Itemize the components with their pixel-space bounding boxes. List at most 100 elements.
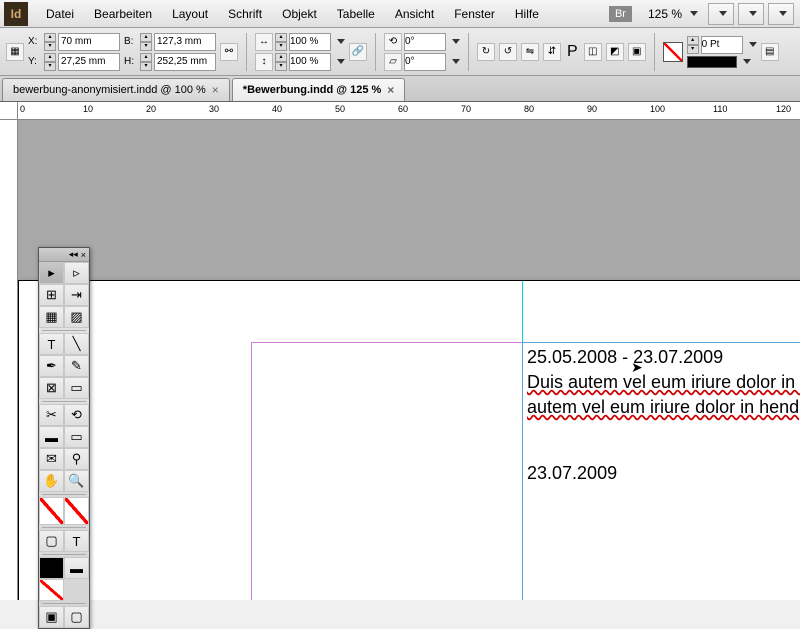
apply-color-black[interactable] bbox=[39, 557, 64, 579]
menu-bearbeiten[interactable]: Bearbeiten bbox=[84, 3, 162, 25]
selection-tool[interactable]: ▸ bbox=[39, 262, 64, 284]
tools-panel-header[interactable]: ◂◂ × bbox=[39, 248, 89, 262]
rectangle-tool[interactable]: ▭ bbox=[64, 377, 89, 399]
w-label: B: bbox=[124, 36, 138, 47]
y-up[interactable]: ▴ bbox=[44, 53, 56, 62]
chevron-down-icon[interactable] bbox=[749, 42, 757, 47]
scale-x-input[interactable] bbox=[289, 33, 331, 51]
note-tool[interactable]: ✉ bbox=[39, 448, 64, 470]
menu-fenster[interactable]: Fenster bbox=[444, 3, 505, 25]
content-collector-tool[interactable]: ▦ bbox=[39, 306, 64, 328]
menu-objekt[interactable]: Objekt bbox=[272, 3, 327, 25]
zoom-level-dropdown[interactable]: 125 % bbox=[640, 7, 706, 21]
close-icon[interactable]: × bbox=[387, 83, 394, 97]
apply-container-icon[interactable]: ▢ bbox=[39, 530, 64, 552]
page-tool[interactable]: ⊞ bbox=[39, 284, 64, 306]
gradient-feather-tool[interactable]: ▭ bbox=[64, 426, 89, 448]
chevron-down-icon[interactable] bbox=[743, 59, 751, 64]
reference-point-icon[interactable]: ▦ bbox=[6, 43, 24, 61]
content-placer-tool[interactable]: ▨ bbox=[64, 306, 89, 328]
menu-ansicht[interactable]: Ansicht bbox=[385, 3, 444, 25]
zoom-tool[interactable]: 🔍 bbox=[64, 470, 89, 492]
close-icon[interactable]: × bbox=[212, 83, 219, 97]
fit-content-icon[interactable]: ▣ bbox=[628, 43, 646, 61]
scale-x-icon: ↔ bbox=[255, 33, 273, 51]
flip-h-icon[interactable]: ⇋ bbox=[521, 43, 539, 61]
select-container-icon[interactable]: ◫ bbox=[584, 43, 602, 61]
rotate-ccw-icon[interactable]: ↺ bbox=[499, 43, 517, 61]
vertical-ruler[interactable] bbox=[0, 120, 18, 600]
tab-document-1[interactable]: bewerbung-anonymisiert.indd @ 100 % × bbox=[2, 78, 230, 101]
y-down[interactable]: ▾ bbox=[44, 62, 56, 71]
gradient-swatch-tool[interactable]: ▬ bbox=[39, 426, 64, 448]
zoom-value: 125 % bbox=[648, 7, 682, 21]
pen-tool[interactable]: ✒ bbox=[39, 355, 64, 377]
chevron-down-icon[interactable] bbox=[337, 59, 345, 64]
eyedropper-tool[interactable]: ⚲ bbox=[64, 448, 89, 470]
menu-layout[interactable]: Layout bbox=[162, 3, 218, 25]
shear-input[interactable] bbox=[404, 53, 446, 71]
w-input[interactable] bbox=[154, 33, 216, 51]
rotate-icon: ⟲ bbox=[384, 33, 402, 51]
x-label: X: bbox=[28, 36, 42, 47]
chevron-down-icon[interactable] bbox=[452, 59, 460, 64]
canvas[interactable]: 25.05.2008 - 23.07.2009 Duis autem vel e… bbox=[18, 120, 800, 600]
workspace-button[interactable] bbox=[768, 3, 794, 25]
stroke-style-swatch[interactable] bbox=[687, 56, 737, 68]
apply-gradient-icon[interactable]: ▬ bbox=[64, 557, 89, 579]
constrain-proportions-icon[interactable]: ⚯ bbox=[220, 43, 238, 61]
fill-swatch[interactable] bbox=[39, 497, 64, 525]
chevron-down-icon[interactable] bbox=[337, 39, 345, 44]
chevron-down-icon bbox=[779, 11, 787, 16]
pencil-tool[interactable]: ✎ bbox=[64, 355, 89, 377]
flip-v-icon[interactable]: ⇵ bbox=[543, 43, 561, 61]
menu-tabelle[interactable]: Tabelle bbox=[327, 3, 385, 25]
stroke-weight-input[interactable] bbox=[701, 36, 743, 54]
x-up[interactable]: ▴ bbox=[44, 33, 56, 42]
screen-mode-button[interactable] bbox=[708, 3, 734, 25]
view-mode-normal[interactable]: ▣ bbox=[39, 606, 64, 628]
menu-schrift[interactable]: Schrift bbox=[218, 3, 272, 25]
type-tool[interactable]: T bbox=[39, 333, 64, 355]
tab-document-2[interactable]: *Bewerbung.indd @ 125 % × bbox=[232, 78, 406, 101]
direct-selection-tool[interactable]: ▹ bbox=[64, 262, 89, 284]
bridge-icon[interactable]: Br bbox=[609, 6, 632, 22]
scale-y-input[interactable] bbox=[289, 53, 331, 71]
select-content-icon[interactable]: ◩ bbox=[606, 43, 624, 61]
text-frame-selected[interactable]: 25.05.2008 - 23.07.2009 Duis autem vel e… bbox=[522, 342, 800, 600]
w-up[interactable]: ▴ bbox=[140, 33, 152, 42]
tab-label: bewerbung-anonymisiert.indd @ 100 % bbox=[13, 84, 206, 96]
menu-hilfe[interactable]: Hilfe bbox=[505, 3, 549, 25]
fill-none-icon[interactable] bbox=[663, 42, 683, 62]
link-scale-icon[interactable]: 🔗 bbox=[349, 43, 367, 61]
rotate-input[interactable] bbox=[404, 33, 446, 51]
x-down[interactable]: ▾ bbox=[44, 42, 56, 51]
arrange-button[interactable] bbox=[738, 3, 764, 25]
h-up[interactable]: ▴ bbox=[140, 53, 152, 62]
collapse-icon[interactable]: ◂◂ bbox=[69, 249, 78, 260]
effects-icon[interactable]: ▤ bbox=[761, 43, 779, 61]
w-down[interactable]: ▾ bbox=[140, 42, 152, 51]
close-icon[interactable]: × bbox=[81, 250, 86, 260]
free-transform-tool[interactable]: ⟲ bbox=[64, 404, 89, 426]
line-tool[interactable]: ╲ bbox=[64, 333, 89, 355]
text-line-2: autem vel eum iriure dolor in hend bbox=[527, 395, 800, 420]
stroke-swatch[interactable] bbox=[64, 497, 89, 525]
rectangle-frame-tool[interactable]: ⊠ bbox=[39, 377, 64, 399]
apply-text-icon[interactable]: T bbox=[64, 530, 89, 552]
scissors-tool[interactable]: ✂ bbox=[39, 404, 64, 426]
view-mode-preview[interactable]: ▢ bbox=[64, 606, 89, 628]
ruler-origin[interactable] bbox=[0, 102, 18, 120]
hand-tool[interactable]: ✋ bbox=[39, 470, 64, 492]
x-input[interactable] bbox=[58, 33, 120, 51]
horizontal-ruler[interactable]: 0 10 20 30 40 50 60 70 80 90 100 110 120 bbox=[18, 102, 800, 120]
chevron-down-icon bbox=[749, 11, 757, 16]
menu-datei[interactable]: Datei bbox=[36, 3, 84, 25]
chevron-down-icon[interactable] bbox=[452, 39, 460, 44]
apply-none-icon[interactable] bbox=[39, 579, 64, 601]
rotate-cw-icon[interactable]: ↻ bbox=[477, 43, 495, 61]
y-input[interactable] bbox=[58, 53, 120, 71]
h-down[interactable]: ▾ bbox=[140, 62, 152, 71]
gap-tool[interactable]: ⇥ bbox=[64, 284, 89, 306]
h-input[interactable] bbox=[154, 53, 216, 71]
